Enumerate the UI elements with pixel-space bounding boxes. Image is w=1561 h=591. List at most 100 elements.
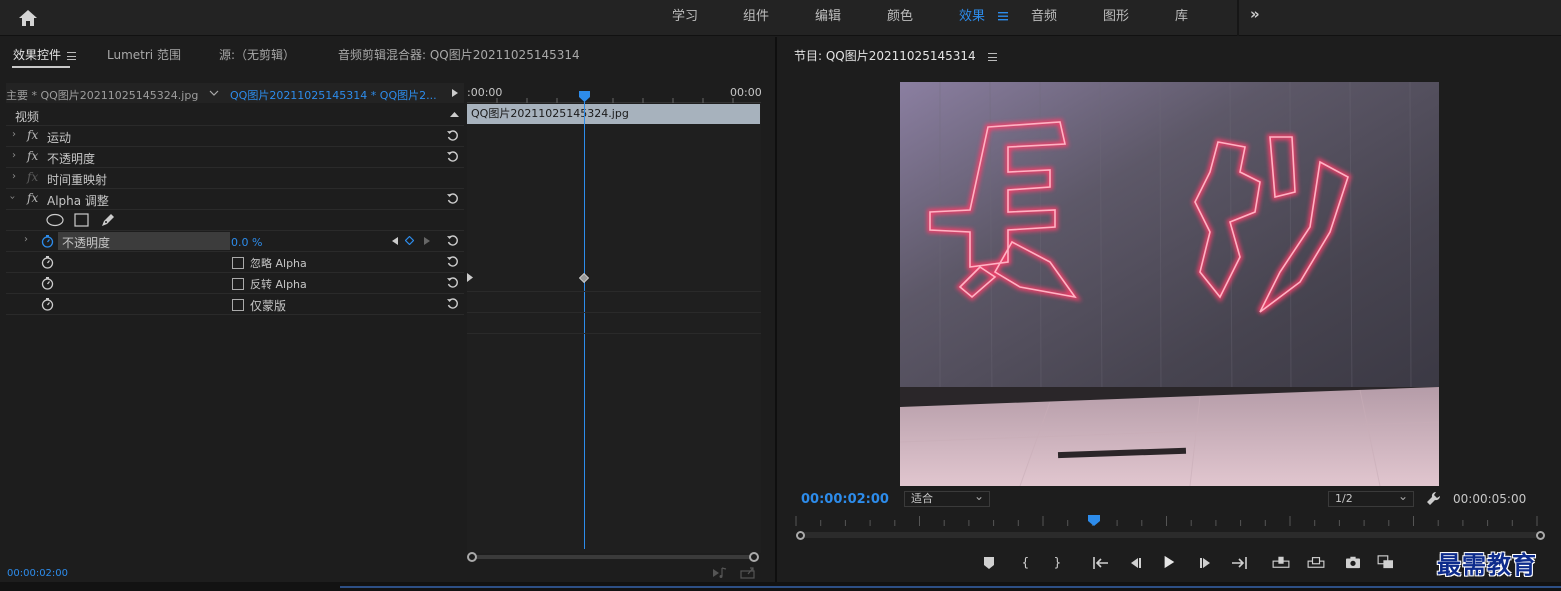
reset-icon[interactable] [446, 276, 459, 289]
effect-row-motion[interactable]: › fx 运动 [6, 126, 464, 147]
chevron-down-icon[interactable]: › [7, 196, 18, 200]
timeline-end-time: 00:00 [730, 86, 762, 99]
param-row-mask-only: 仅蒙版 [6, 294, 464, 315]
workspace-menu-icon[interactable] [997, 10, 1009, 22]
current-timecode[interactable]: 00:00:02:00 [7, 568, 68, 579]
param-row-opacity[interactable]: › 不透明度 0.0 % [6, 231, 464, 252]
workspace-learn[interactable]: 学习 [672, 0, 698, 36]
panel-menu-icon[interactable] [67, 51, 77, 60]
overwrite-icon[interactable] [1307, 555, 1325, 569]
camera-icon[interactable] [1344, 555, 1362, 569]
ignore-alpha-checkbox[interactable] [232, 257, 244, 269]
fx-icon[interactable]: fx [27, 149, 38, 163]
reset-icon[interactable] [446, 129, 459, 142]
opacity-value[interactable]: 0.0 % [231, 236, 262, 249]
more-workspaces-button[interactable]: » [1250, 5, 1260, 23]
keyframe-marker[interactable] [579, 273, 589, 283]
play-only-clip-icon[interactable] [451, 88, 459, 98]
insert-icon[interactable] [1272, 555, 1290, 569]
prev-keyframe-icon[interactable] [392, 237, 398, 245]
reset-icon[interactable] [446, 297, 459, 310]
playhead-timecode[interactable]: 00:00:02:00 [801, 492, 889, 507]
workspace-libraries[interactable]: 库 [1175, 0, 1188, 36]
pen-mask-icon[interactable] [100, 212, 116, 228]
workspace-audio[interactable]: 音频 [1031, 0, 1057, 36]
tab-lumetri-scopes[interactable]: Lumetri 范围 [107, 46, 181, 63]
section-video: 视频 [6, 105, 464, 126]
playback-resolution-select[interactable]: 1/2 [1328, 489, 1414, 507]
program-video-frame[interactable] [900, 82, 1439, 486]
stopwatch-icon[interactable] [41, 277, 54, 290]
workspace-graphics[interactable]: 图形 [1103, 0, 1129, 36]
step-back-icon[interactable] [1126, 556, 1144, 570]
master-clip-label[interactable]: 主要 * QQ图片20211025145324.jpg [6, 87, 198, 103]
invert-alpha-checkbox[interactable] [232, 278, 244, 290]
filter-audio-icon[interactable] [712, 567, 728, 579]
panel-menu-icon[interactable] [987, 52, 997, 61]
time-ruler[interactable]: :00:00 00:00 [467, 83, 762, 103]
effect-timeline[interactable]: :00:00 00:00 QQ图片20211025145324.jpg [467, 83, 762, 553]
playhead-handle[interactable] [1088, 515, 1100, 526]
timeline-clip[interactable]: QQ图片20211025145324.jpg [467, 104, 760, 124]
ellipse-mask-icon[interactable] [46, 213, 64, 227]
mask-only-checkbox[interactable] [232, 299, 244, 311]
mark-out-icon[interactable]: } [1048, 555, 1066, 569]
fx-icon[interactable]: fx [27, 128, 38, 142]
scrub-bar[interactable] [798, 532, 1542, 538]
workspace-assembly[interactable]: 组件 [743, 0, 769, 36]
stopwatch-icon[interactable] [41, 298, 54, 311]
comparison-view-icon[interactable] [1377, 555, 1395, 569]
wrench-icon[interactable] [1426, 491, 1441, 506]
reset-icon[interactable] [446, 255, 459, 268]
section-label: 视频 [15, 110, 40, 124]
fx-icon[interactable]: fx [27, 191, 38, 205]
reset-icon[interactable] [446, 234, 459, 247]
tab-effect-controls[interactable]: 效果控件 [13, 46, 77, 63]
scrub-handle-right[interactable] [1536, 531, 1545, 540]
workspace-effects[interactable]: 效果 [959, 0, 985, 36]
step-forward-icon[interactable] [1197, 556, 1215, 570]
chevron-right-icon[interactable]: › [12, 129, 16, 140]
export-frame-icon[interactable] [740, 566, 756, 579]
go-to-in-icon[interactable] [1092, 556, 1110, 570]
stopwatch-icon[interactable] [41, 235, 54, 248]
chevron-right-icon[interactable]: › [12, 150, 16, 161]
scrub-handle-left[interactable] [796, 531, 805, 540]
workspace-editing[interactable]: 编辑 [815, 0, 841, 36]
active-tab-indicator [12, 66, 70, 68]
reset-icon[interactable] [446, 150, 459, 163]
reset-icon[interactable] [446, 192, 459, 205]
chevron-right-icon[interactable]: › [24, 234, 28, 245]
timeline-zoom-scrollbar[interactable] [467, 552, 761, 562]
chevron-down-icon[interactable] [209, 89, 219, 97]
sequence-clip-label[interactable]: QQ图片20211025145314 * QQ图片2... [230, 87, 437, 103]
effect-row-alpha-adjust[interactable]: › fx Alpha 调整 [6, 189, 464, 210]
param-row-ignore-alpha: 忽略 Alpha [6, 252, 464, 273]
go-to-out-icon[interactable] [1230, 556, 1248, 570]
workspace-color[interactable]: 颜色 [887, 0, 913, 36]
tab-audio-clip-mixer[interactable]: 音频剪辑混合器: QQ图片20211025145314 [338, 46, 580, 63]
zoom-level-select[interactable]: 适合 [904, 489, 990, 507]
scrollbar-handle-left[interactable] [467, 552, 477, 562]
timeline-ruler[interactable] [794, 514, 1544, 526]
add-keyframe-icon[interactable] [405, 236, 414, 245]
add-marker-icon[interactable] [980, 556, 998, 570]
tab-program-monitor[interactable]: 节目: QQ图片20211025145314 [794, 47, 997, 64]
workspace-bar: 学习 组件 编辑 颜色 效果 音频 图形 库 » [0, 0, 1561, 36]
tab-source[interactable]: 源:（无剪辑） [219, 46, 295, 63]
stopwatch-icon[interactable] [41, 256, 54, 269]
scrollbar-track[interactable] [471, 555, 757, 559]
home-icon[interactable] [17, 8, 39, 28]
play-icon[interactable] [1160, 555, 1178, 569]
effect-label: 运动 [47, 131, 72, 145]
panel-tabs: 效果控件 Lumetri 范围 源:（无剪辑） 音频剪辑混合器: QQ图片202… [0, 37, 775, 71]
effect-row-time-remap[interactable]: › fx 时间重映射 [6, 168, 464, 189]
collapse-up-icon[interactable] [450, 111, 459, 118]
scrollbar-handle-right[interactable] [749, 552, 759, 562]
chevron-right-icon[interactable]: › [12, 171, 16, 182]
effect-row-opacity[interactable]: › fx 不透明度 [6, 147, 464, 168]
mark-in-icon[interactable]: { [1016, 555, 1034, 569]
rectangle-mask-icon[interactable] [74, 213, 89, 227]
next-keyframe-icon[interactable] [424, 237, 430, 245]
divider [1237, 0, 1239, 36]
